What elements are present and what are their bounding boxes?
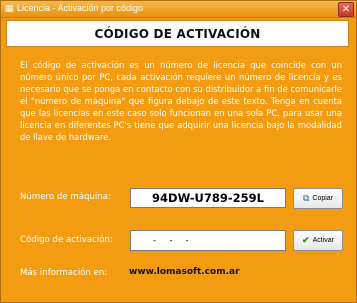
activation-code-input[interactable] — [130, 230, 286, 251]
license-window: ▦ Licencia - Activación por código ✕ CÓD… — [0, 0, 357, 303]
activate-button[interactable]: ✔ Activar — [293, 230, 343, 251]
website-link[interactable]: www.lomasoft.com.ar — [129, 267, 240, 277]
close-icon: ✕ — [341, 4, 351, 15]
header-panel: CÓDIGO DE ACTIVACIÓN — [6, 20, 349, 47]
close-button[interactable]: ✕ — [338, 2, 354, 17]
app-icon: ▦ — [4, 4, 14, 14]
description-text: El código de activación es un número de … — [20, 60, 342, 142]
copy-button-label: Copiar — [312, 195, 334, 202]
activate-button-label: Activar — [312, 237, 334, 244]
copy-icon: ⧉ — [302, 193, 310, 203]
check-icon: ✔ — [302, 235, 310, 245]
window-title: Licencia - Activación por código — [17, 3, 144, 13]
copy-button[interactable]: ⧉ Copiar — [293, 188, 343, 209]
page-title: CÓDIGO DE ACTIVACIÓN — [94, 27, 261, 41]
machine-number-label: Número de máquina: — [20, 192, 111, 202]
activation-code-label: Código de activación: — [20, 235, 113, 245]
title-bar[interactable]: ▦ Licencia - Activación por código ✕ — [1, 1, 356, 18]
machine-number-field[interactable]: 94DW-U789-259L — [130, 188, 286, 208]
more-info-label: Más información en: — [20, 268, 108, 278]
